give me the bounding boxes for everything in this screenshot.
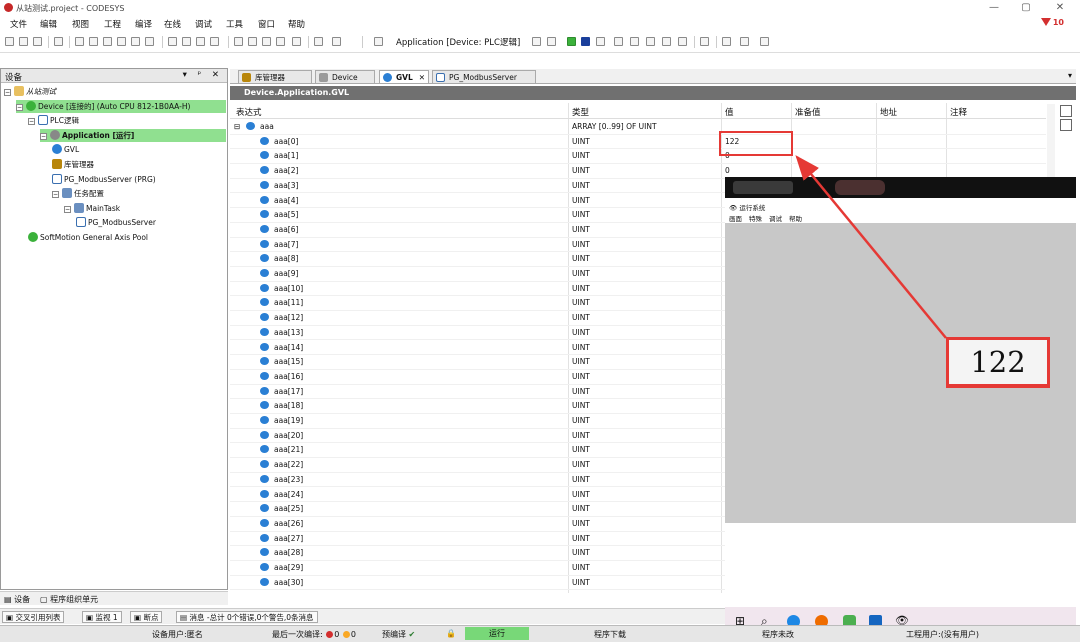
tab-messages[interactable]: ▤ 消息 -总计 0个错误,0个警告,0条消息 <box>176 611 318 623</box>
tab-cross-reference[interactable]: ▣ 交叉引用列表 <box>2 611 65 623</box>
status-bar: 设备用户:匿名 最后一次编译: 0 0 预编译 ✔ 🔒 运行 程序下载 程序未改… <box>0 625 1080 642</box>
program-change-state: 程序未改 <box>762 630 794 639</box>
program-download: 程序下载 <box>594 630 626 639</box>
device-user: 设备用户:匿名 <box>152 630 203 639</box>
precompile-status: 预编译 ✔ <box>382 630 416 639</box>
lock-icon: 🔒 <box>446 629 456 638</box>
annotation-arrow <box>795 155 947 339</box>
bottom-tabs: ▣ 交叉引用列表 ▣ 监视 1 ▣ 断点 ▤ 消息 -总计 0个错误,0个警告,… <box>0 608 725 624</box>
project-user: 工程用户:(没有用户) <box>906 630 979 639</box>
tab-breakpoints[interactable]: ▣ 断点 <box>130 611 163 623</box>
tab-watch-1[interactable]: ▣ 监视 1 <box>82 611 122 623</box>
warning-dot-icon <box>342 631 350 638</box>
last-compile-status: 最后一次编译: 0 0 <box>272 630 356 639</box>
run-state: 运行 <box>465 627 529 640</box>
error-dot-icon <box>326 631 334 638</box>
